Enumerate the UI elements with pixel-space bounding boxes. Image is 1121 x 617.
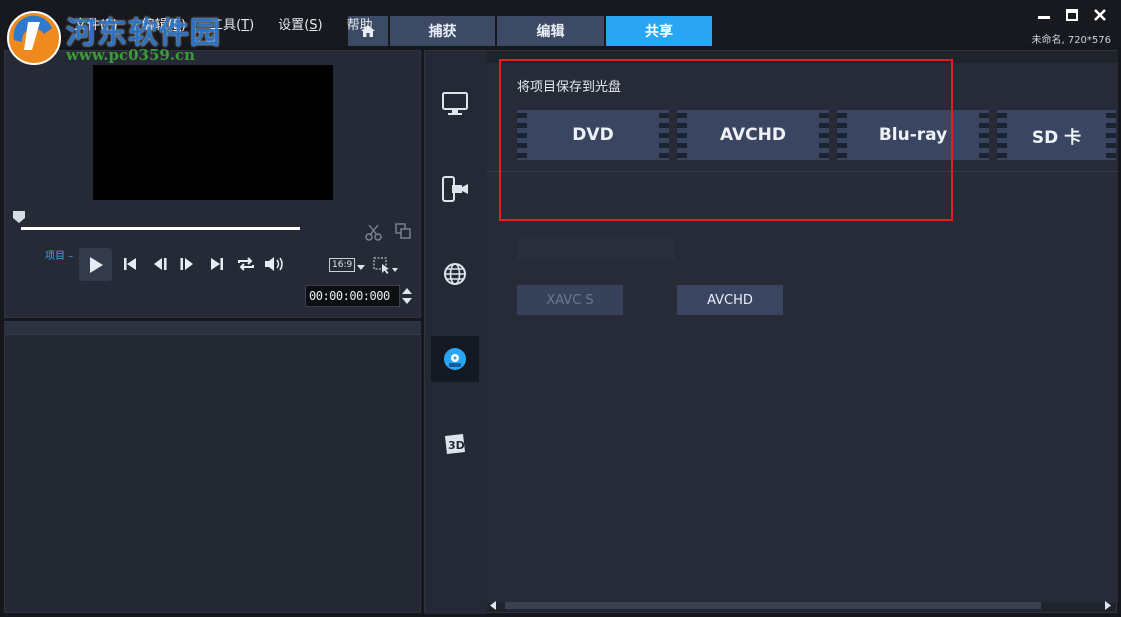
sidebar-item-disc[interactable] [431,336,479,382]
disc-section-title: 将项目保存到光盘 [517,80,622,95]
disc-option-avchd[interactable]: AVCHD [677,110,829,160]
sidebar-item-3d[interactable]: 3D [431,421,479,467]
minimize-button[interactable] [1037,8,1051,22]
library-panel-header [5,322,420,335]
globe-icon [444,263,466,285]
scrubber-handle-icon[interactable] [13,211,25,223]
menu-settings[interactable]: 设置(S) [266,14,334,33]
aspect-ratio-button[interactable]: 16:9 [329,258,356,272]
3d-icon: 3D [445,434,465,454]
scissors-icon[interactable] [365,223,383,241]
maximize-icon [1066,9,1078,21]
timecode-field[interactable]: 00:00:00:000 [305,285,400,307]
computer-icon [442,92,468,115]
menu-help[interactable]: 帮助 [335,14,385,33]
play-button[interactable] [79,248,112,281]
timecode-spinner-icon[interactable] [401,285,413,307]
disc-option-dvd[interactable]: DVD [517,110,669,160]
svg-text:3D: 3D [448,439,465,452]
tab-share[interactable]: 共享 [606,16,712,46]
disc-option-sd-card[interactable]: SD 卡 [997,110,1116,160]
scroll-left-icon[interactable] [489,601,497,610]
sidebar-item-web[interactable] [431,251,479,297]
scroll-right-icon[interactable] [1104,601,1112,610]
preview-screen [93,65,333,200]
close-button[interactable] [1093,8,1107,22]
device-icon [442,176,468,202]
scrollbar-thumb[interactable] [505,602,1041,609]
share-panel: 3D 将项目保存到光盘 DVD AVCHD Blu-ray SD 卡 XAVC … [424,50,1118,614]
maximize-button[interactable] [1065,8,1079,22]
timeline-scrubber[interactable] [21,227,300,230]
watermark-url: www.pc0359.cn [66,46,196,64]
title-bar: 文件(F) 编辑(E) 工具(T) 设置(S) 帮助 河东软件园 www.pc0… [0,0,1121,65]
play-icon [89,256,103,273]
project-info: 未命名, 720*576 [1031,35,1111,46]
skip-to-start-icon[interactable] [122,256,138,272]
previous-frame-icon[interactable] [152,256,168,272]
horizontal-scrollbar[interactable] [489,599,1114,611]
minimize-icon [1038,16,1050,19]
tab-edit[interactable]: 编辑 [497,16,604,46]
disc-option-bluray[interactable]: Blu-ray [837,110,989,160]
selection-tool-icon[interactable] [373,257,399,275]
watermark-logo-icon [7,11,61,65]
disc-icon [444,348,466,370]
sidebar-item-computer[interactable] [431,81,479,127]
content-top-strip [487,51,1118,63]
tab-capture[interactable]: 捕获 [390,16,495,46]
skip-to-end-icon[interactable] [209,256,225,272]
window-controls [1037,8,1107,22]
volume-icon[interactable] [264,256,286,272]
next-frame-icon[interactable] [179,256,195,272]
format-avchd-button[interactable]: AVCHD [677,285,783,315]
format-xavc-s-button[interactable]: XAVC S [517,285,623,315]
project-mode-label[interactable]: 项目 – [45,247,73,262]
close-icon [1094,9,1106,21]
chevron-down-icon[interactable] [357,265,365,270]
sidebar-item-device[interactable] [431,166,479,212]
section-divider [487,171,1118,172]
share-sidebar: 3D [425,51,487,614]
copy-icon[interactable] [395,223,411,239]
workspace-tabs: 捕获 编辑 共享 [348,16,712,46]
repeat-icon[interactable] [236,256,256,272]
preview-panel: 项目 – 16:9 00:00:00:000 [4,50,421,318]
library-panel [4,321,421,613]
faded-area [517,239,675,259]
